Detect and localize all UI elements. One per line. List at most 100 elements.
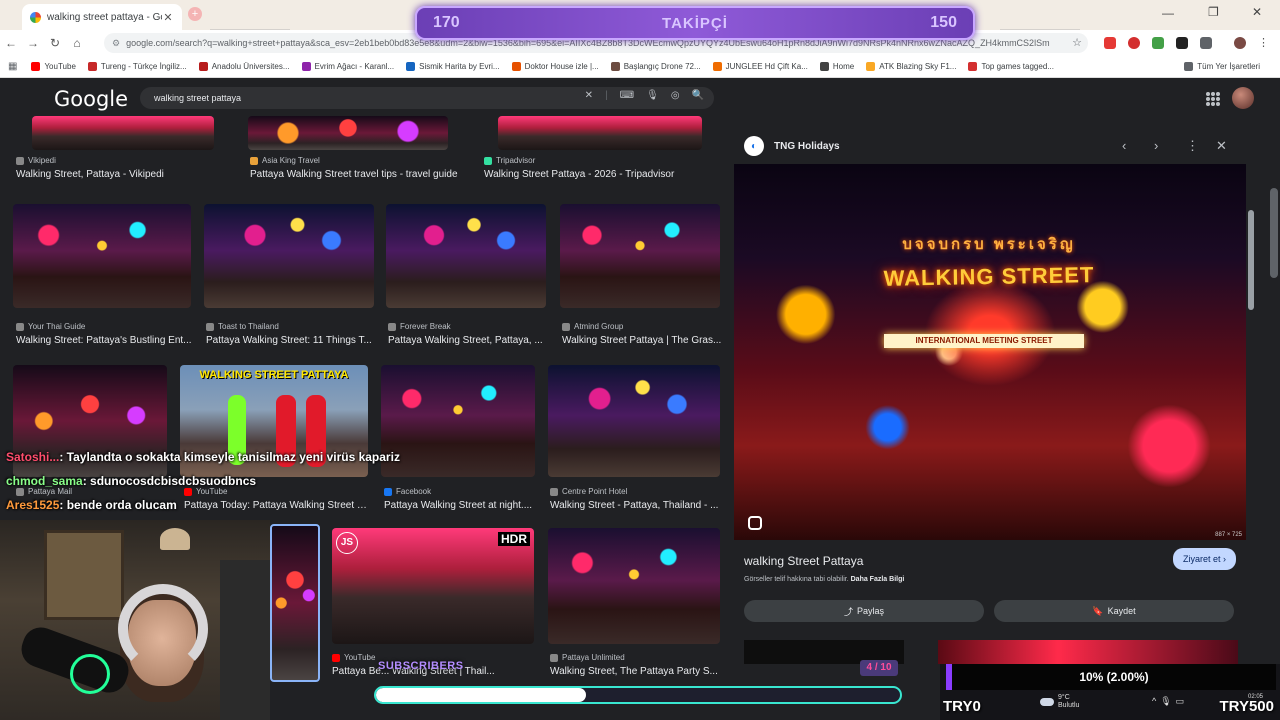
bookmark-item[interactable]: Evrim Ağacı - Karanl... <box>301 62 394 71</box>
previous-icon[interactable]: ‹ <box>1122 138 1126 153</box>
extensions-puzzle-icon[interactable] <box>1200 37 1212 49</box>
image-result[interactable] <box>13 204 191 308</box>
profile-avatar[interactable] <box>1234 37 1246 49</box>
detail-source[interactable]: ◐ TNG Holidays <box>744 136 840 156</box>
subscriber-goal: 4 / 10 <box>860 660 898 676</box>
bookmark-favicon-icon <box>198 62 208 71</box>
image-result[interactable] <box>498 116 702 150</box>
image-result[interactable] <box>560 204 720 308</box>
save-button[interactable]: 🔖 Kaydet <box>994 600 1234 622</box>
keyboard-icon[interactable]: ⌨ <box>620 90 634 101</box>
image-result[interactable] <box>548 365 720 477</box>
result-title[interactable]: Walking Street, The Pattaya Party S... <box>550 666 720 677</box>
cloud-icon <box>1040 698 1054 706</box>
bookmark-item[interactable]: Top games tagged... <box>968 62 1054 71</box>
next-icon[interactable]: › <box>1154 138 1158 153</box>
bookmark-item[interactable]: ATK Blazing Sky F1... <box>866 62 956 71</box>
image-result-selected[interactable] <box>270 524 320 682</box>
close-tab-icon[interactable]: ✕ <box>162 11 174 24</box>
result-title[interactable]: Pattaya Walking Street travel tips - tra… <box>250 169 470 180</box>
account-avatar[interactable] <box>1232 87 1254 109</box>
image-result[interactable] <box>248 116 448 150</box>
bookmark-item[interactable]: Anadolu Üniversites... <box>198 62 290 71</box>
all-bookmarks-button[interactable]: Tüm Yer İşaretleri <box>1184 62 1260 71</box>
result-title[interactable]: Pattaya Walking Street, Pattaya, ... <box>388 335 548 346</box>
follower-goal-overlay: 170 TAKİPÇİ 150 <box>415 6 975 40</box>
bookmarks-bar: ▦ YouTube Tureng - Türkçe İngiliz... Ana… <box>0 56 1280 78</box>
subscribers-label: SUBSCRIBERS <box>378 660 464 672</box>
lens-search-icon[interactable] <box>748 516 762 530</box>
bookmark-favicon-icon <box>968 62 978 71</box>
forward-icon[interactable]: → <box>22 36 44 50</box>
weather-widget[interactable]: 9°C Bulutlu <box>1040 694 1079 710</box>
detail-image[interactable]: บจจบกรบ พระเจริญ WALKING STREET INTERNAT… <box>734 164 1246 540</box>
result-title[interactable]: Walking Street, Pattaya - Vikipedi <box>16 169 226 180</box>
source-favicon-icon <box>206 322 214 331</box>
image-result[interactable] <box>32 116 214 150</box>
related-image[interactable] <box>938 640 1238 664</box>
bookmark-favicon-icon <box>511 62 521 71</box>
image-result[interactable] <box>386 204 546 308</box>
image-result[interactable] <box>204 204 374 308</box>
extension-icon[interactable] <box>1128 37 1140 49</box>
more-options-icon[interactable]: ⋮ <box>1186 138 1199 154</box>
international-sign: INTERNATIONAL MEETING STREET <box>884 334 1084 348</box>
microphone-icon[interactable]: 🎙 <box>646 90 659 101</box>
result-title[interactable]: Walking Street: Pattaya's Bustling Ent..… <box>16 335 192 346</box>
page-scrollbar[interactable] <box>1270 188 1278 278</box>
google-apps-icon[interactable] <box>1206 92 1220 106</box>
result-title[interactable]: Walking Street - Pattaya, Thailand - ... <box>550 500 720 511</box>
copyright-notice: Görseller telif hakkına tabi olabilir. D… <box>744 576 905 583</box>
result-title[interactable]: Pattaya Walking Street: 11 Things T... <box>206 335 374 346</box>
bookmark-star-icon[interactable]: ☆ <box>1072 36 1082 49</box>
clear-icon[interactable]: ✕ <box>585 90 593 101</box>
browser-menu-icon[interactable]: ⋮ <box>1258 36 1269 49</box>
home-icon[interactable]: ⌂ <box>66 36 88 50</box>
bookmark-item[interactable]: Doktor House izle |... <box>511 62 599 71</box>
shield-extension-icon[interactable] <box>1152 37 1164 49</box>
folder-icon <box>1184 62 1194 71</box>
extension-icon[interactable] <box>1176 37 1188 49</box>
source-favicon-icon <box>484 156 492 165</box>
bookmark-item[interactable]: JUNGLEE Hd Çift Ka... <box>712 62 808 71</box>
image-result[interactable] <box>548 528 720 644</box>
bookmark-item[interactable]: Tureng - Türkçe İngiliz... <box>87 62 187 71</box>
source-favicon-icon <box>388 322 396 331</box>
more-info-link[interactable]: Daha Fazla Bilgi <box>851 576 905 583</box>
panel-scrollbar[interactable] <box>1248 210 1254 310</box>
search-input[interactable]: walking street pattaya <box>154 93 241 103</box>
close-icon[interactable]: ✕ <box>1216 138 1227 154</box>
bookmark-favicon-icon <box>866 62 876 71</box>
search-tools: ✕ | ⌨ 🎙 ◎ 🔍 <box>585 90 704 101</box>
adblock-extension-icon[interactable] <box>1104 37 1116 49</box>
detail-title[interactable]: walking Street Pattaya <box>744 554 863 568</box>
result-title[interactable]: Walking Street Pattaya - 2026 - Tripadvi… <box>484 169 714 180</box>
bookmark-item[interactable]: Home <box>819 62 854 71</box>
bookmark-item[interactable]: Başlangıç Drone 72... <box>610 62 701 71</box>
apps-grid-icon[interactable]: ▦ <box>8 61 17 72</box>
result-source: Vikipedi <box>16 156 56 165</box>
reload-icon[interactable]: ↻ <box>44 36 66 50</box>
result-title[interactable]: Walking Street Pattaya | The Gras... <box>562 335 722 346</box>
lens-icon[interactable]: ◎ <box>671 90 680 101</box>
source-favicon-icon <box>16 322 24 331</box>
result-source: Atmind Group <box>562 322 623 331</box>
bookmark-item[interactable]: Sismik Harita by Evri... <box>406 62 500 71</box>
chevron-up-icon: ^ <box>1152 696 1161 706</box>
search-box[interactable]: walking street pattaya ✕ | ⌨ 🎙 ◎ 🔍 <box>140 87 714 109</box>
search-icon[interactable]: 🔍 <box>692 90 704 101</box>
maximize-icon[interactable]: ❐ <box>1208 5 1219 19</box>
minimize-icon[interactable]: — <box>1162 6 1174 20</box>
share-button[interactable]: ⤴ Paylaş <box>744 600 984 622</box>
new-tab-button[interactable]: + <box>188 7 202 21</box>
cpu-usage: 10% (2.00%) <box>946 664 1276 690</box>
image-result[interactable]: HDR JS <box>332 528 534 644</box>
bookmark-item[interactable]: YouTube <box>31 62 76 71</box>
close-window-icon[interactable]: ✕ <box>1252 5 1262 19</box>
google-logo[interactable]: Google <box>54 87 128 111</box>
back-icon[interactable]: ← <box>0 36 22 50</box>
system-tray[interactable]: ^🎙▭ <box>1152 696 1188 707</box>
visit-button[interactable]: Ziyaret et › <box>1172 548 1236 570</box>
browser-tab[interactable]: walking street pattaya - Google ✕ <box>22 4 182 30</box>
site-info-icon[interactable]: ⚙ <box>112 38 120 49</box>
